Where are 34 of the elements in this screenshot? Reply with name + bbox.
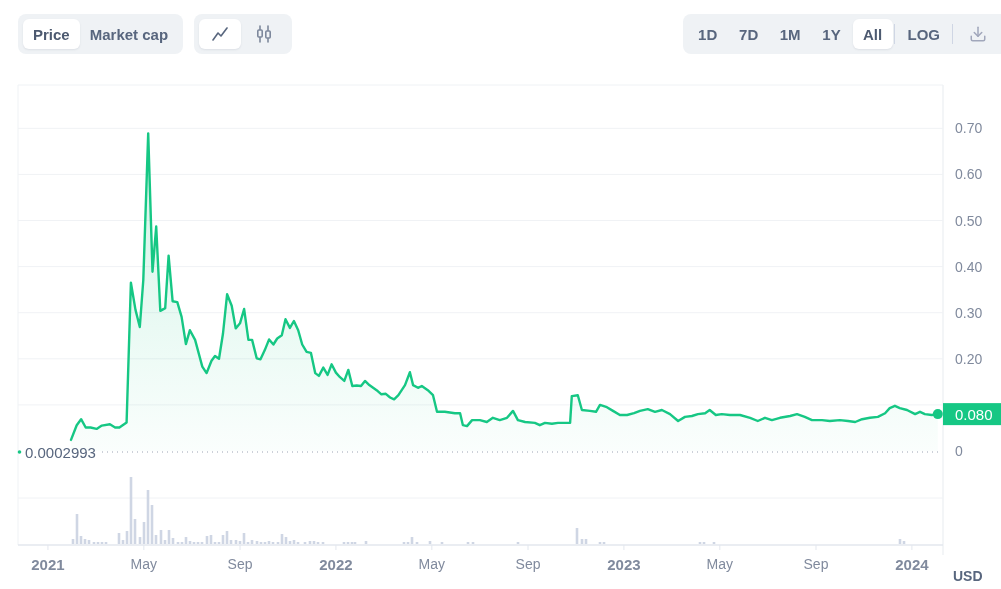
y-axis-label: 0.20 (955, 350, 983, 367)
line-chart-icon (212, 27, 229, 41)
x-axis-label: Sep (515, 556, 541, 572)
range-tab[interactable]: All (852, 19, 893, 49)
x-axis-label: Sep (227, 556, 253, 572)
start-marker-icon (17, 450, 22, 454)
y-axis-label: 0.30 (955, 304, 983, 321)
candlestick-icon (256, 25, 273, 43)
range-tab[interactable]: 1D (687, 19, 728, 49)
x-axis-label: 2024 (895, 555, 929, 573)
y-axis-label: 0.50 (955, 212, 983, 229)
last-price-badge: 0.080 (943, 403, 1001, 426)
range-tab[interactable]: 7D (728, 19, 769, 49)
download-icon (968, 25, 987, 43)
last-price-dot-icon (932, 409, 943, 420)
metric-tab[interactable]: Price (23, 19, 80, 49)
x-axis-label: 2023 (607, 555, 641, 573)
y-axis-label: 0.40 (955, 258, 983, 275)
y-axis-label: 0.60 (955, 166, 983, 183)
y-axis-label: 0 (955, 443, 963, 459)
x-axis-label: May (418, 556, 446, 572)
range-tab[interactable]: 1M (769, 19, 811, 49)
x-axis-label: 2021 (31, 555, 65, 573)
x-axis-label: Sep (803, 556, 829, 572)
start-price-label: 0.0002993 (25, 443, 96, 461)
x-axis-label: May (130, 556, 158, 572)
range-tab[interactable]: 1Y (811, 19, 852, 49)
line-chart-button[interactable] (199, 19, 242, 49)
currency-label: USD (953, 568, 983, 584)
x-axis-label: May (706, 556, 734, 572)
x-axis-label: 2022 (319, 555, 353, 573)
metric-tab[interactable]: Market cap (79, 19, 179, 49)
log-scale-button[interactable]: LOG (895, 19, 951, 49)
y-axis-label: 0.70 (955, 120, 983, 137)
